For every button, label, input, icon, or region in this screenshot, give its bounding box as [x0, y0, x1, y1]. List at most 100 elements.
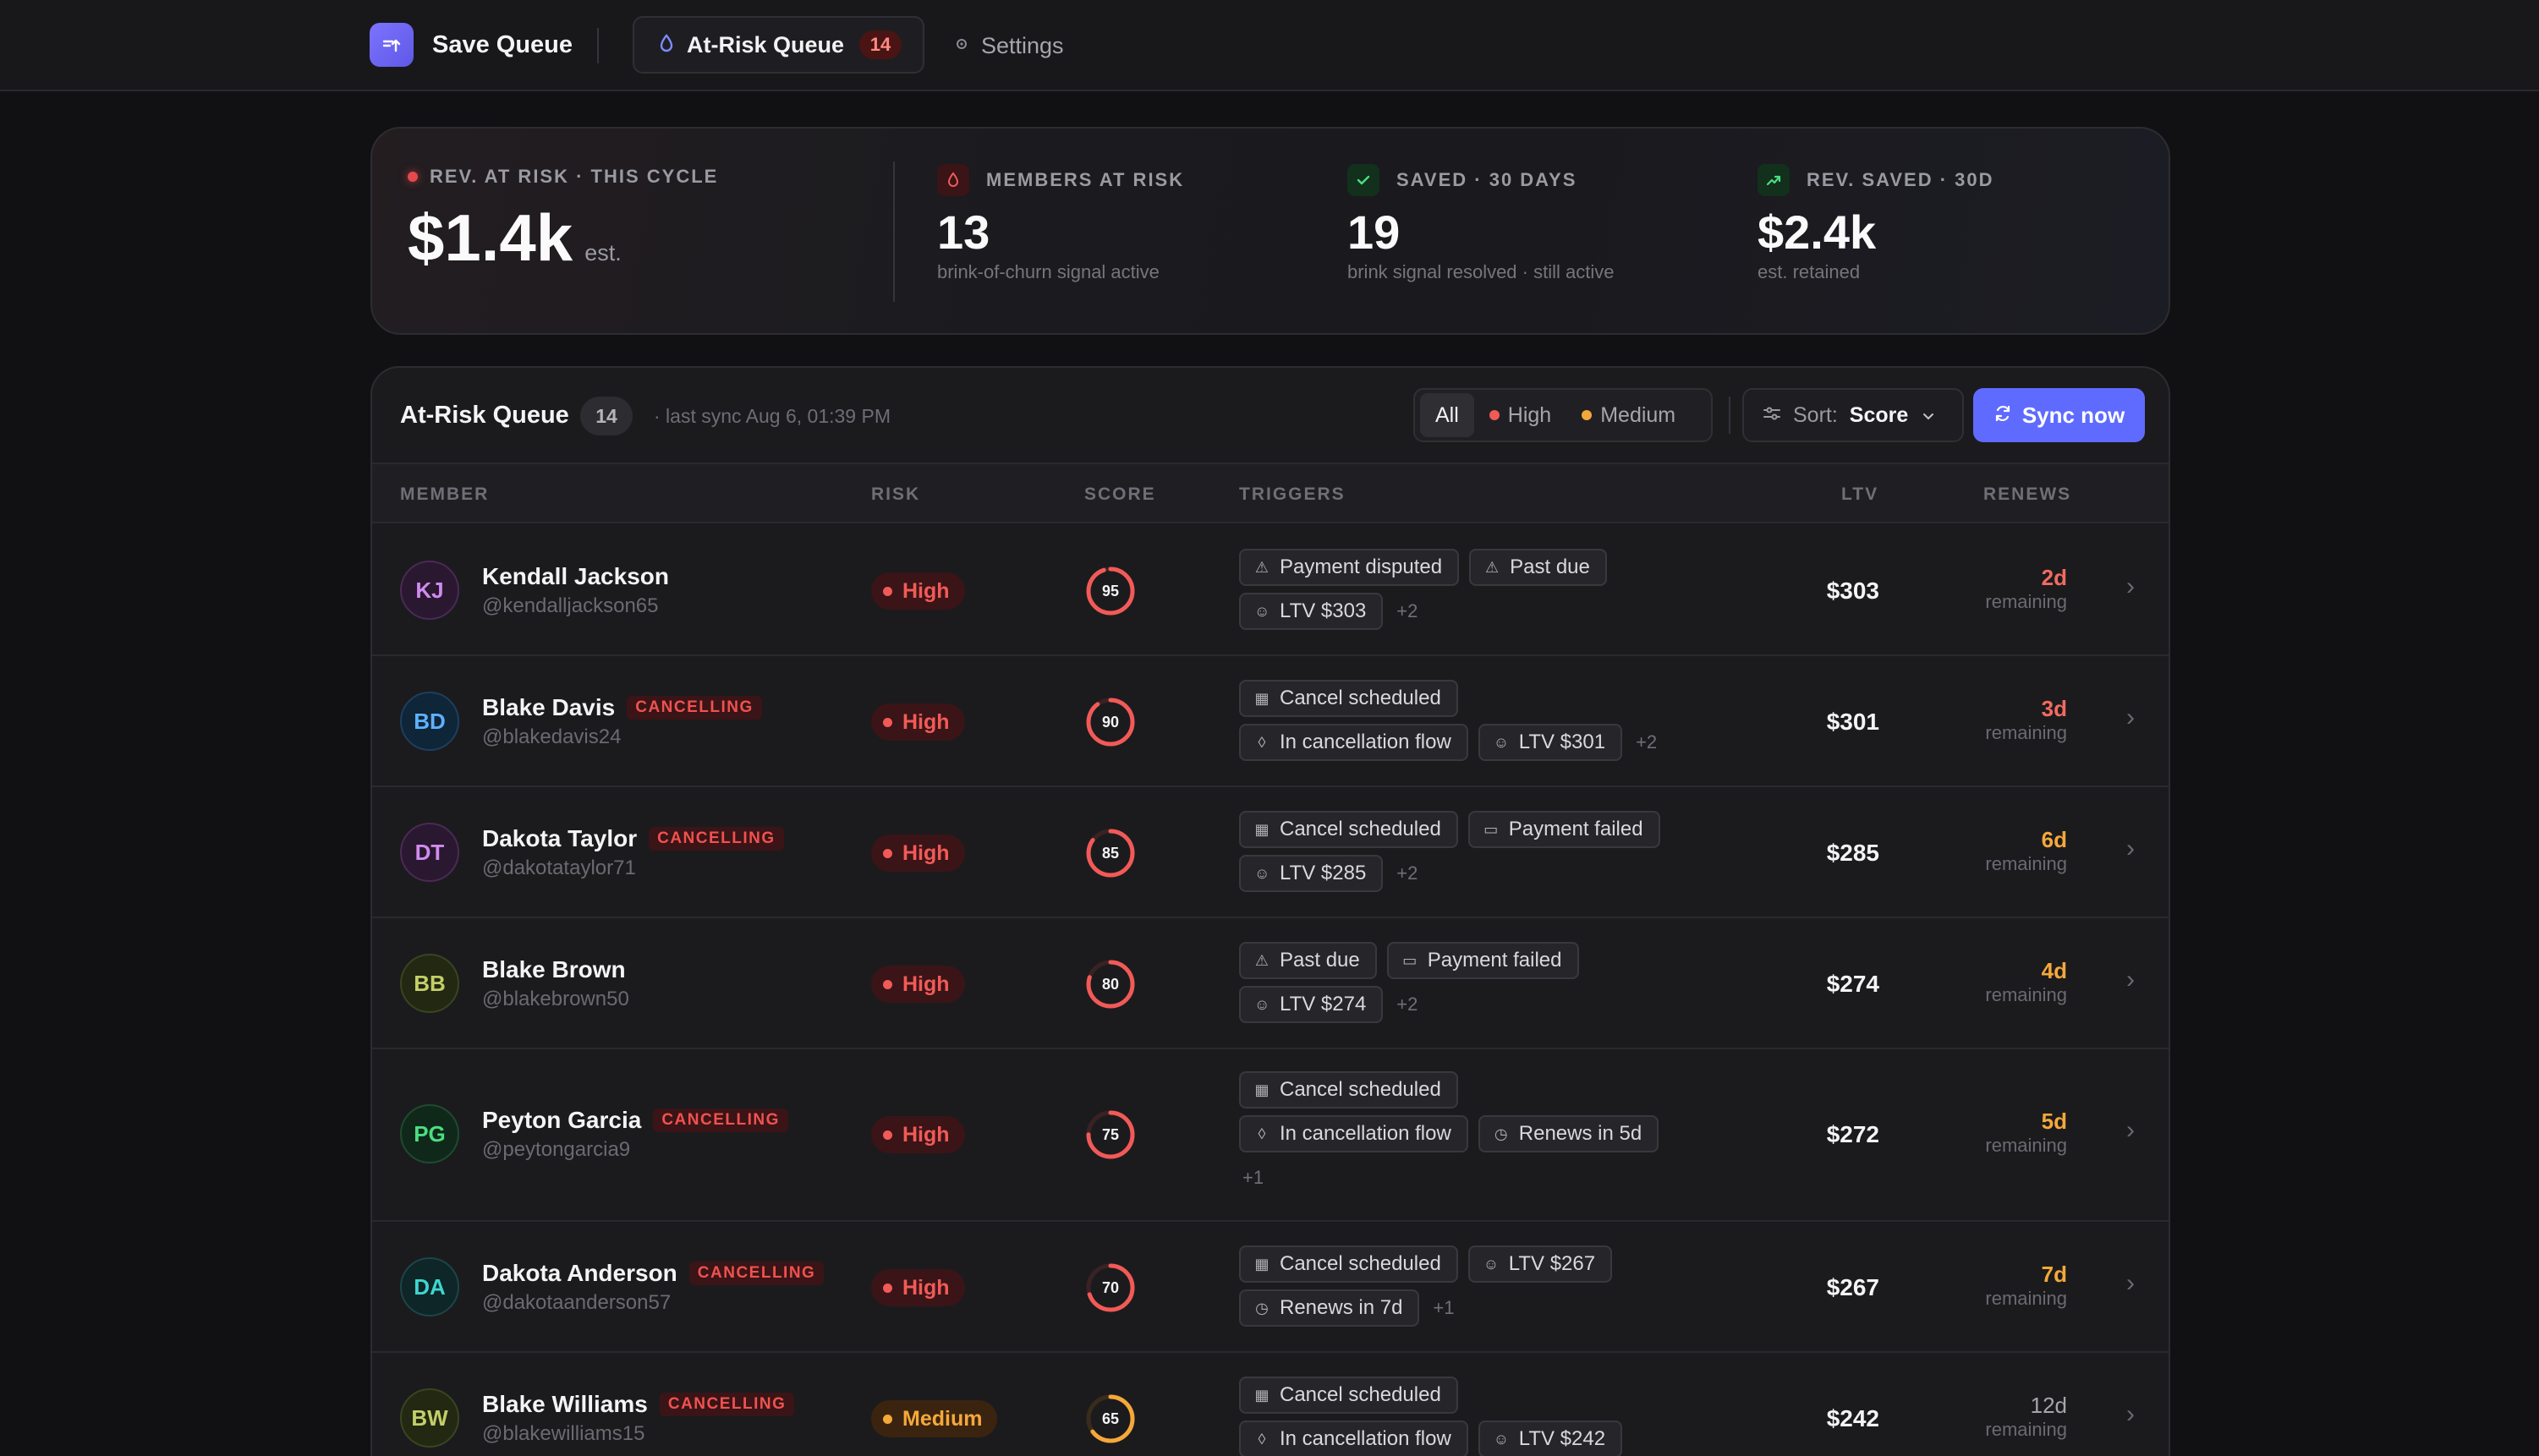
member-name: Blake Williams: [482, 1391, 648, 1417]
member-handle: @kendalljackson65: [482, 594, 659, 617]
trigger-chip: ⚠ Payment disputed: [1239, 549, 1460, 586]
chip-label: Cancel scheduled: [1280, 1078, 1441, 1101]
score-ring: 85: [1084, 827, 1137, 879]
more-triggers-count[interactable]: +2: [1396, 600, 1418, 622]
trigger-list: ▦ Cancel scheduled ☺ LTV $267 ◷ Renews in 7…: [1239, 1245, 1763, 1333]
chevron-right-icon[interactable]: ›: [2126, 835, 2135, 863]
renews-cell: 5d remaining: [1985, 1108, 2067, 1157]
chevron-right-icon[interactable]: ›: [2126, 1269, 2135, 1298]
more-triggers-count[interactable]: +2: [1396, 993, 1418, 1015]
stat-value: $1.4k: [408, 200, 573, 275]
risk-dot-icon: [883, 848, 892, 858]
risk-badge: High: [871, 703, 965, 741]
trigger-chip: ☺ LTV $285: [1239, 855, 1384, 892]
filter-all[interactable]: All: [1420, 393, 1474, 437]
brand[interactable]: Save Queue: [370, 23, 573, 67]
risk-dot-icon: [883, 1414, 892, 1424]
stat-value: 13: [937, 205, 990, 259]
stats-card: REV. AT RISK · THIS CYCLE $1.4k est. MEM…: [370, 127, 2170, 335]
ltv-value: $274: [1826, 971, 1879, 997]
member-name: Blake Davis: [482, 694, 616, 720]
avatar: DA: [400, 1257, 459, 1316]
col-member[interactable]: MEMBER: [400, 484, 489, 505]
renews-days: 6d: [2041, 827, 2067, 852]
table-row[interactable]: BD Blake Davis CANCELLING @blakedavis24 H…: [372, 656, 2169, 787]
chevron-right-icon[interactable]: ›: [2126, 1116, 2135, 1145]
sync-now-button[interactable]: Sync now: [1973, 388, 2145, 442]
renews-remaining: remaining: [1985, 1288, 2067, 1309]
stat-sub: brink signal resolved · still active: [1347, 261, 1615, 282]
table-row[interactable]: DT Dakota Taylor CANCELLING @dakotataylor…: [372, 787, 2169, 918]
chip-label: In cancellation flow: [1280, 731, 1451, 753]
tab-settings[interactable]: Settings: [954, 28, 1064, 63]
col-triggers: TRIGGERS: [1239, 484, 1346, 504]
ltv-value: $301: [1826, 709, 1879, 735]
user-icon: ☺: [1493, 733, 1510, 751]
calendar-icon: ▦: [1254, 1081, 1270, 1098]
risk-badge: High: [871, 1116, 965, 1153]
table-row[interactable]: BW Blake Williams CANCELLING @blakewillia…: [372, 1353, 2169, 1456]
tab-label: At-Risk Queue: [687, 31, 845, 57]
chevron-right-icon[interactable]: ›: [2126, 1400, 2135, 1429]
more-triggers-count[interactable]: +1: [1433, 1297, 1454, 1319]
warning-icon: ⚠: [1254, 558, 1270, 576]
renews-days: 12d: [2030, 1393, 2067, 1418]
table-row[interactable]: KJ Kendall Jackson @kendalljackson65 Hig…: [372, 525, 2169, 656]
renews-cell: 7d remaining: [1985, 1262, 2067, 1310]
renews-remaining: remaining: [1985, 591, 2067, 612]
ltv-value: $303: [1826, 577, 1879, 604]
score-value: 90: [1101, 713, 1120, 731]
avatar: BD: [400, 692, 459, 751]
col-score[interactable]: SCORE: [1084, 484, 1156, 505]
calendar-icon: ▦: [1254, 1255, 1270, 1273]
chip-label: Cancel scheduled: [1280, 818, 1441, 840]
stat-members-at-risk: MEMBERS AT RISK 13 brink-of-churn signal…: [937, 129, 1184, 333]
sort-dropdown[interactable]: Sort: Score: [1742, 388, 1964, 442]
queue-title: At-Risk Queue: [400, 402, 569, 429]
col-ltv[interactable]: LTV: [1841, 484, 1878, 505]
col-risk[interactable]: RISK: [871, 484, 920, 505]
stat-label: REV. AT RISK · THIS CYCLE: [430, 166, 719, 187]
stat-suffix: est.: [584, 240, 622, 265]
app-name: Save Queue: [432, 30, 573, 58]
chevron-right-icon[interactable]: ›: [2126, 572, 2135, 601]
more-triggers-count[interactable]: +1: [1242, 1167, 1264, 1189]
tab-at-risk-queue[interactable]: At-Risk Queue 14: [633, 16, 924, 74]
clock-icon: ◷: [1494, 1125, 1508, 1142]
calendar-icon: ▦: [1254, 820, 1270, 838]
score-value: 65: [1101, 1409, 1120, 1427]
trending-up-icon: [1758, 164, 1790, 196]
stat-label: SAVED · 30 DAYS: [1396, 169, 1577, 190]
renews-cell: 2d remaining: [1985, 565, 2067, 613]
member-handle: @peytongarcia9: [482, 1138, 631, 1161]
filter-high[interactable]: High: [1474, 393, 1566, 437]
renews-remaining: remaining: [1985, 1135, 2067, 1156]
ltv-value: $285: [1826, 840, 1879, 866]
score-value: 80: [1101, 975, 1120, 993]
trigger-chip: ◊ In cancellation flow: [1239, 1115, 1468, 1152]
chevron-right-icon[interactable]: ›: [2126, 966, 2135, 994]
table-row[interactable]: DA Dakota Anderson CANCELLING @dakotaande…: [372, 1222, 2169, 1353]
member-name: Blake Brown: [482, 956, 626, 983]
drop-icon: [937, 164, 969, 196]
drop-icon: ◊: [1258, 733, 1266, 751]
trigger-chip: ☺ LTV $301: [1478, 724, 1623, 761]
renews-cell: 3d remaining: [1985, 696, 2067, 744]
table-row[interactable]: PG Peyton Garcia CANCELLING @peytongarcia…: [372, 1049, 2169, 1222]
risk-dot-icon: [883, 717, 892, 727]
chip-label: Cancel scheduled: [1280, 1383, 1441, 1406]
avatar: DT: [400, 823, 459, 882]
col-renews[interactable]: RENEWS: [1983, 484, 2071, 505]
stat-sub: est. retained: [1758, 261, 1861, 282]
trigger-chip: ☺ LTV $274: [1239, 986, 1384, 1023]
table-row[interactable]: BB Blake Brown @blakebrown50 High 80 ⚠ Pa…: [372, 918, 2169, 1049]
more-triggers-count[interactable]: +2: [1636, 731, 1657, 753]
chevron-right-icon[interactable]: ›: [2126, 703, 2135, 732]
sort-value: Score: [1849, 402, 1909, 427]
risk-filter-group: All High Medium: [1413, 388, 1713, 442]
avatar: KJ: [400, 561, 459, 620]
nav-divider: [597, 28, 599, 63]
cancelling-badge: CANCELLING: [649, 827, 784, 851]
filter-medium[interactable]: Medium: [1566, 393, 1691, 437]
more-triggers-count[interactable]: +2: [1396, 862, 1418, 884]
